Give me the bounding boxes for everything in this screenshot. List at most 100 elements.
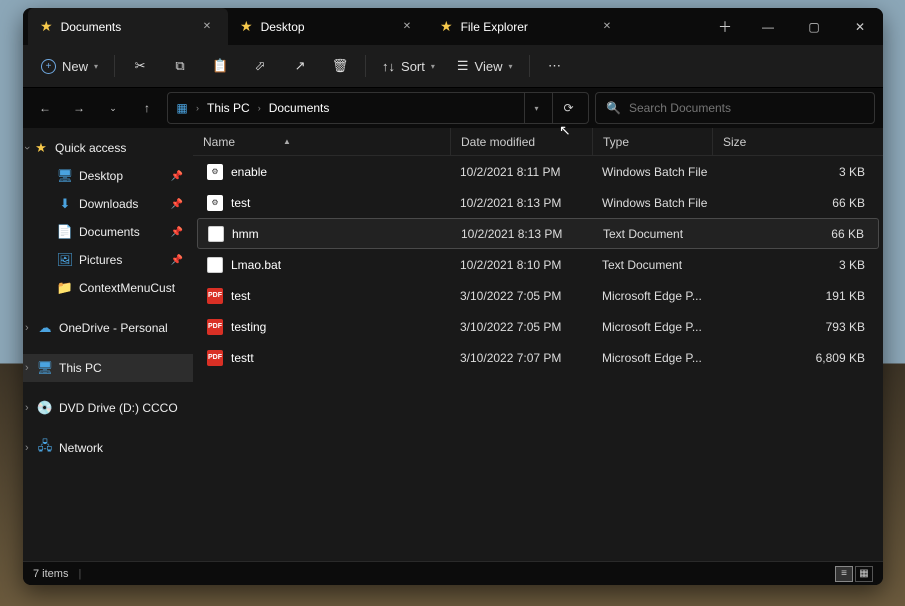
file-type: Windows Batch File: [592, 165, 712, 179]
new-tab-button[interactable]: ＋: [705, 8, 745, 45]
file-row[interactable]: PDFtest 3/10/2022 7:05 PM Microsoft Edge…: [197, 280, 879, 311]
file-date: 10/2/2021 8:13 PM: [450, 196, 592, 210]
file-row[interactable]: ⚙test 10/2/2021 8:13 PM Windows Batch Fi…: [197, 187, 879, 218]
tab-close-button[interactable]: ✕: [398, 18, 416, 36]
sidebar: ★ Quick access 🖥 Desktop 📌⬇ Downloads 📌📄…: [23, 128, 193, 561]
sidebar-quick-access[interactable]: ★ Quick access: [23, 134, 193, 162]
bat-icon: ⚙: [207, 164, 223, 180]
cut-icon: ✂: [135, 58, 146, 74]
sidebar-onedrive[interactable]: ☁ OneDrive - Personal: [23, 314, 193, 342]
pin-icon: 📌: [171, 199, 183, 210]
copy-button[interactable]: ⧉: [161, 50, 199, 82]
file-row[interactable]: PDFtesting 3/10/2022 7:05 PM Microsoft E…: [197, 311, 879, 342]
breadcrumb[interactable]: ▦ › This PC › Documents ▾ ⟳: [167, 92, 589, 124]
network-icon: 🖧: [37, 440, 53, 456]
sidebar-item[interactable]: 🖥 Desktop 📌: [23, 162, 193, 190]
maximize-button[interactable]: ▢: [791, 8, 837, 45]
search-box[interactable]: 🔍: [595, 92, 875, 124]
file-row[interactable]: Lmao.bat 10/2/2021 8:10 PM Text Document…: [197, 249, 879, 280]
back-button[interactable]: ←: [31, 94, 59, 122]
sidebar-dvd[interactable]: 💿 DVD Drive (D:) CCCO: [23, 394, 193, 422]
pin-icon: 📌: [171, 255, 183, 266]
copy-icon: ⧉: [175, 58, 184, 74]
sidebar-item-label: ContextMenuCust: [79, 281, 175, 295]
breadcrumb-seg[interactable]: This PC: [203, 101, 254, 115]
minimize-button[interactable]: —: [745, 8, 791, 45]
refresh-button[interactable]: ⟳: [552, 93, 584, 123]
breadcrumb-seg[interactable]: Documents: [265, 101, 334, 115]
file-type: Text Document: [592, 258, 712, 272]
body: ★ Quick access 🖥 Desktop 📌⬇ Downloads 📌📄…: [23, 128, 883, 561]
sidebar-item[interactable]: ⬇ Downloads 📌: [23, 190, 193, 218]
col-type[interactable]: Type: [592, 128, 712, 155]
chevron-right-icon: ›: [196, 103, 199, 113]
file-size: 191 KB: [712, 289, 879, 303]
sort-button[interactable]: ↑↓ Sort ▾: [372, 50, 445, 82]
sidebar-this-pc[interactable]: 🖥 This PC: [23, 354, 193, 382]
chevron-right-icon: ›: [258, 103, 261, 113]
sidebar-label: Network: [59, 441, 103, 455]
tab-strip: ★ Documents ✕★ Desktop ✕★ File Explorer …: [23, 8, 705, 45]
file-date: 3/10/2022 7:05 PM: [450, 289, 592, 303]
list-icon: ☰: [457, 58, 469, 74]
file-name: enable: [231, 165, 267, 179]
window-controls: — ▢ ✕: [745, 8, 883, 45]
star-icon: ★: [440, 18, 453, 35]
tab-close-button[interactable]: ✕: [198, 18, 216, 36]
paste-icon: 📋: [212, 58, 228, 74]
file-date: 3/10/2022 7:07 PM: [450, 351, 592, 365]
up-button[interactable]: ↑: [133, 94, 161, 122]
breadcrumb-dropdown[interactable]: ▾: [524, 93, 548, 123]
sidebar-network[interactable]: 🖧 Network: [23, 434, 193, 462]
sidebar-item[interactable]: 📁 ContextMenuCust: [23, 274, 193, 302]
sidebar-item[interactable]: 📄 Documents 📌: [23, 218, 193, 246]
titlebar: ★ Documents ✕★ Desktop ✕★ File Explorer …: [23, 8, 883, 45]
file-size: 3 KB: [712, 165, 879, 179]
rename-icon: ⬀: [255, 58, 266, 74]
file-size: 66 KB: [712, 196, 879, 210]
file-name: testt: [231, 351, 254, 365]
sidebar-label: This PC: [59, 361, 102, 375]
share-button[interactable]: ↗: [281, 50, 319, 82]
plus-circle-icon: +: [41, 59, 56, 74]
sort-label: Sort: [401, 59, 425, 74]
col-label: Name: [203, 135, 235, 149]
tab[interactable]: ★ Documents ✕: [28, 8, 228, 45]
more-button[interactable]: ⋯: [536, 50, 574, 82]
txt-icon: [207, 257, 223, 273]
forward-button[interactable]: →: [65, 94, 93, 122]
tab-label: Documents: [61, 20, 190, 34]
rename-button[interactable]: ⬀: [241, 50, 279, 82]
disc-icon: 💿: [37, 400, 53, 416]
close-button[interactable]: ✕: [837, 8, 883, 45]
txt-icon: [208, 226, 224, 242]
location-folder-icon: ▦: [172, 98, 192, 118]
cut-button[interactable]: ✂: [121, 50, 159, 82]
thumbnails-view-button[interactable]: ▦: [855, 566, 873, 582]
col-date[interactable]: Date modified: [450, 128, 592, 155]
tab[interactable]: ★ File Explorer ✕: [428, 8, 628, 45]
trash-icon: 🗑: [332, 58, 349, 74]
view-button[interactable]: ☰ View ▾: [447, 50, 523, 82]
recent-button[interactable]: ⌄: [99, 94, 127, 122]
tab-close-button[interactable]: ✕: [598, 18, 616, 36]
col-name[interactable]: Name ▲: [193, 128, 450, 155]
col-size[interactable]: Size: [712, 128, 883, 155]
search-input[interactable]: [629, 101, 864, 115]
details-view-button[interactable]: ≡: [835, 566, 853, 582]
file-type: Microsoft Edge P...: [592, 320, 712, 334]
file-type: Microsoft Edge P...: [592, 289, 712, 303]
paste-button[interactable]: 📋: [201, 50, 239, 82]
sidebar-item-label: Desktop: [79, 169, 123, 183]
star-icon: ★: [33, 140, 49, 156]
content: Name ▲ Date modified Type Size ⚙ enable 1…: [193, 128, 883, 561]
sidebar-item[interactable]: 🖼 Pictures 📌: [23, 246, 193, 274]
new-button[interactable]: + New ▾: [31, 50, 108, 82]
file-row[interactable]: ⚙enable 10/2/2021 8:11 PM Windows Batch …: [197, 156, 879, 187]
file-row[interactable]: hmm 10/2/2021 8:13 PM Text Document 66 K…: [197, 218, 879, 249]
chevron-down-icon: ▾: [431, 62, 435, 71]
tab[interactable]: ★ Desktop ✕: [228, 8, 428, 45]
delete-button[interactable]: 🗑: [321, 50, 359, 82]
column-headers: Name ▲ Date modified Type Size: [193, 128, 883, 156]
file-row[interactable]: PDFtestt 3/10/2022 7:07 PM Microsoft Edg…: [197, 342, 879, 373]
